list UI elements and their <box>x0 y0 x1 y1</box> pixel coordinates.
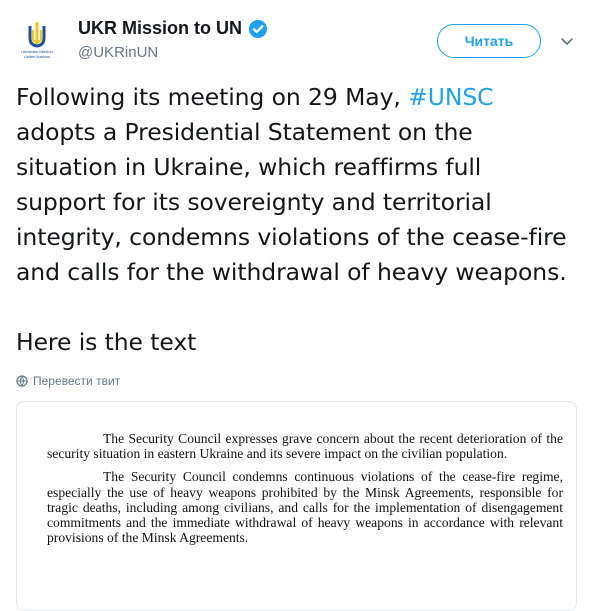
tweet-paragraph-2: Here is the text <box>16 328 197 356</box>
tweet-header: Ukrainian Mission United Nations UKR Mis… <box>0 0 601 72</box>
document-text: The Security Council expresses grave con… <box>47 431 563 553</box>
avatar[interactable]: Ukrainian Mission United Nations <box>14 16 60 62</box>
translate-label: Перевести твит <box>33 374 121 388</box>
tweet-text: Following its meeting on 29 May, #UNSC a… <box>16 80 576 360</box>
tweet-text-before-hashtag: Following its meeting on 29 May, <box>16 83 409 111</box>
verified-badge-icon <box>248 19 268 39</box>
document-paragraph-1: The Security Council expresses grave con… <box>47 431 563 462</box>
tweet-paragraph-1: Following its meeting on 29 May, #UNSC a… <box>16 80 576 290</box>
follow-button[interactable]: Читать <box>437 24 541 58</box>
ukraine-trident-icon: Ukrainian Mission United Nations <box>14 16 60 62</box>
hashtag-link[interactable]: #UNSC <box>408 83 493 111</box>
display-name[interactable]: UKR Mission to UN <box>78 18 268 39</box>
tweet-text-after-hashtag: adopts a Presidential Statement on the s… <box>16 118 567 286</box>
translate-tweet-link[interactable]: Перевести твит <box>16 374 120 388</box>
attached-document-image[interactable]: The Security Council expresses grave con… <box>16 401 577 611</box>
display-name-text: UKR Mission to UN <box>78 18 242 38</box>
document-paragraph-2: The Security Council condemns continuous… <box>47 469 563 546</box>
account-handle[interactable]: @UKRinUN <box>78 44 158 61</box>
avatar-caption-line2: United Nations <box>24 54 50 59</box>
globe-icon <box>16 375 28 387</box>
chevron-down-icon[interactable] <box>559 33 575 49</box>
